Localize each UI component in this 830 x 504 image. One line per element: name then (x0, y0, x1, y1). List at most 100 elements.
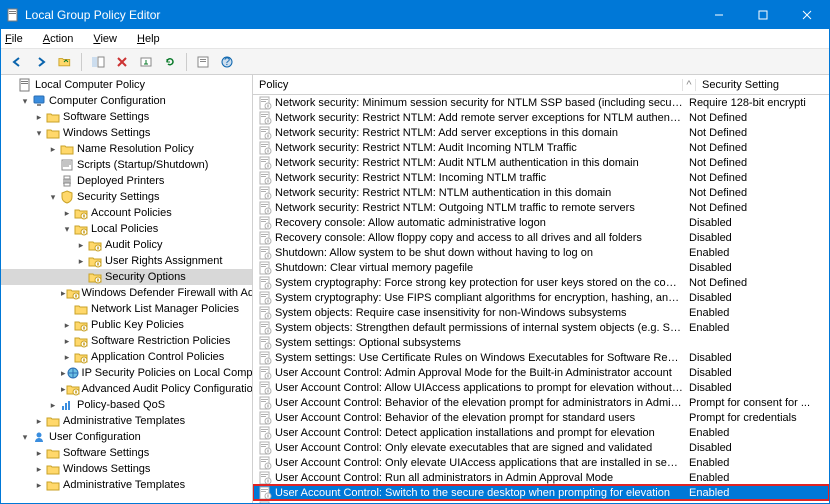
expand-icon[interactable]: ▸ (61, 320, 73, 331)
collapse-icon[interactable]: ▾ (19, 96, 31, 107)
tree-item[interactable]: ▸Software Settings (1, 445, 252, 461)
tree-item[interactable]: ▸Administrative Templates (1, 477, 252, 493)
titlebar[interactable]: Local Group Policy Editor (1, 1, 829, 29)
expand-icon[interactable]: ▸ (47, 144, 59, 155)
policy-row[interactable]: Network security: Restrict NTLM: Audit N… (253, 155, 829, 170)
expand-icon[interactable]: ▸ (33, 112, 45, 123)
tree-item[interactable]: Deployed Printers (1, 173, 252, 189)
expand-icon[interactable]: ▸ (75, 240, 87, 251)
delete-button[interactable] (112, 52, 132, 72)
tree-item[interactable]: Scripts (Startup/Shutdown) (1, 157, 252, 173)
tree-item[interactable]: ▸Software Settings (1, 109, 252, 125)
tree-item[interactable]: ▸Application Control Policies (1, 349, 252, 365)
policy-row[interactable]: Network security: Restrict NTLM: Add ser… (253, 125, 829, 140)
collapse-icon[interactable]: ▾ (61, 224, 73, 235)
policy-row[interactable]: User Account Control: Detect application… (253, 425, 829, 440)
maximize-button[interactable] (741, 1, 785, 29)
tree-item[interactable]: ▸User Rights Assignment (1, 253, 252, 269)
policy-name: User Account Control: Only elevate UIAcc… (275, 457, 683, 469)
expand-icon[interactable]: ▸ (61, 336, 73, 347)
menu-view[interactable]: View (93, 33, 127, 45)
folderS-icon (73, 334, 89, 348)
policy-row[interactable]: User Account Control: Switch to the secu… (253, 485, 829, 500)
tree-item[interactable]: ▸Policy-based QoS (1, 397, 252, 413)
tree-item[interactable]: ▸Windows Defender Firewall with Advanced (1, 285, 252, 301)
tree-item[interactable]: ▸Name Resolution Policy (1, 141, 252, 157)
column-security[interactable]: Security Setting (695, 79, 829, 91)
refresh-button[interactable] (160, 52, 180, 72)
up-button[interactable] (55, 52, 75, 72)
menu-help[interactable]: Help (137, 33, 170, 45)
tree-item[interactable]: Security Options (1, 269, 252, 285)
menu-action[interactable]: Action (43, 33, 84, 45)
tree-item[interactable]: ▸Audit Policy (1, 237, 252, 253)
policy-row[interactable]: User Account Control: Only elevate UIAcc… (253, 455, 829, 470)
tree-item[interactable]: ▸IP Security Policies on Local Computer (1, 365, 252, 381)
policy-row[interactable]: Network security: Restrict NTLM: Outgoin… (253, 200, 829, 215)
policy-row[interactable]: User Account Control: Virtualize file an… (253, 500, 829, 503)
collapse-icon[interactable]: ▾ (19, 432, 31, 443)
policy-row[interactable]: Shutdown: Allow system to be shut down w… (253, 245, 829, 260)
column-policy[interactable]: Policy (253, 79, 683, 91)
tree-item[interactable]: Local Computer Policy (1, 77, 252, 93)
tree-item[interactable]: ▸Software Restriction Policies (1, 333, 252, 349)
policy-row[interactable]: Recovery console: Allow floppy copy and … (253, 230, 829, 245)
policy-row[interactable]: Network security: Restrict NTLM: Audit I… (253, 140, 829, 155)
expand-icon[interactable]: ▸ (61, 208, 73, 219)
tree-item[interactable]: ▸Administrative Templates (1, 413, 252, 429)
properties-button[interactable] (193, 52, 213, 72)
policy-row[interactable]: User Account Control: Allow UIAccess app… (253, 380, 829, 395)
policy-row[interactable]: Network security: Restrict NTLM: Add rem… (253, 110, 829, 125)
forward-button[interactable] (31, 52, 51, 72)
policy-row[interactable]: User Account Control: Behavior of the el… (253, 395, 829, 410)
show-hide-tree-button[interactable] (88, 52, 108, 72)
folderS-icon (66, 382, 80, 396)
policy-name: System objects: Require case insensitivi… (275, 307, 627, 319)
expand-icon[interactable]: ▸ (33, 480, 45, 491)
policy-row[interactable]: Recovery console: Allow automatic admini… (253, 215, 829, 230)
export-button[interactable] (136, 52, 156, 72)
policy-row[interactable]: System cryptography: Force strong key pr… (253, 275, 829, 290)
policy-item-icon (257, 411, 273, 425)
policy-row[interactable]: Network security: Restrict NTLM: NTLM au… (253, 185, 829, 200)
policy-row[interactable]: User Account Control: Only elevate execu… (253, 440, 829, 455)
tree-item[interactable]: ▾Security Settings (1, 189, 252, 205)
policy-name: User Account Control: Allow UIAccess app… (275, 382, 683, 394)
collapse-icon[interactable]: ▾ (47, 192, 59, 203)
help-button[interactable]: ? (217, 52, 237, 72)
expand-icon[interactable]: ▸ (33, 416, 45, 427)
expand-icon[interactable]: ▸ (33, 464, 45, 475)
policy-row[interactable]: System objects: Require case insensitivi… (253, 305, 829, 320)
tree-item[interactable]: ▾Computer Configuration (1, 93, 252, 109)
policy-row[interactable]: System settings: Use Certificate Rules o… (253, 350, 829, 365)
expand-icon[interactable]: ▸ (47, 400, 59, 411)
menu-file[interactable]: File (5, 33, 33, 45)
tree-item[interactable]: ▸Advanced Audit Policy Configuration (1, 381, 252, 397)
tree-item[interactable]: ▸Account Policies (1, 205, 252, 221)
policy-setting: Require 128-bit encrypti (683, 97, 829, 109)
tree-item[interactable]: Network List Manager Policies (1, 301, 252, 317)
policy-row[interactable]: User Account Control: Behavior of the el… (253, 410, 829, 425)
policy-row[interactable]: Network security: Restrict NTLM: Incomin… (253, 170, 829, 185)
tree-item[interactable]: ▸Public Key Policies (1, 317, 252, 333)
tree-item[interactable]: ▾Windows Settings (1, 125, 252, 141)
close-button[interactable] (785, 1, 829, 29)
expand-icon[interactable]: ▸ (75, 256, 87, 267)
policy-row[interactable]: User Account Control: Run all administra… (253, 470, 829, 485)
tree-pane[interactable]: Local Computer Policy▾Computer Configura… (1, 75, 253, 503)
expand-icon[interactable]: ▸ (33, 448, 45, 459)
policy-row[interactable]: Shutdown: Clear virtual memory pagefileD… (253, 260, 829, 275)
policy-row[interactable]: Network security: Minimum session securi… (253, 95, 829, 110)
collapse-icon[interactable]: ▾ (33, 128, 45, 139)
tree-item[interactable]: ▾User Configuration (1, 429, 252, 445)
policy-row[interactable]: System objects: Strengthen default permi… (253, 320, 829, 335)
policy-row[interactable]: System settings: Optional subsystems (253, 335, 829, 350)
policy-row[interactable]: System cryptography: Use FIPS compliant … (253, 290, 829, 305)
tree-item[interactable]: ▾Local Policies (1, 221, 252, 237)
minimize-button[interactable] (697, 1, 741, 29)
policy-row[interactable]: User Account Control: Admin Approval Mod… (253, 365, 829, 380)
expand-icon[interactable]: ▸ (61, 352, 73, 363)
back-button[interactable] (7, 52, 27, 72)
tree-item[interactable]: ▸Windows Settings (1, 461, 252, 477)
list-body[interactable]: Network security: Minimum session securi… (253, 95, 829, 503)
